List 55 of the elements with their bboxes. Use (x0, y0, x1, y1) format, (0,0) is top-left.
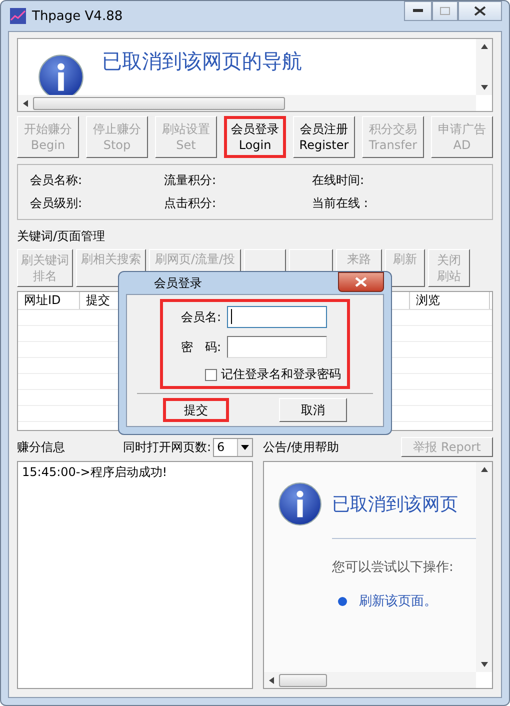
pages-count-label: 同时打开网页数: (122, 438, 211, 456)
input-field[interactable] (227, 336, 327, 358)
horizontal-scrollbar[interactable] (264, 672, 476, 688)
scroll-down-icon[interactable] (480, 84, 488, 91)
hint-text: 您可以尝试以下操作: (332, 559, 454, 576)
section-title: 关键词/页面管理 (17, 229, 106, 243)
toolbar-button[interactable]: 刷新 (385, 249, 425, 287)
horizontal-scrollbar[interactable] (18, 95, 476, 111)
report-button[interactable]: 举报 Report (401, 437, 493, 457)
info-icon (38, 54, 84, 95)
close-button[interactable] (338, 272, 384, 292)
member-info-label: 会员级别: (30, 195, 84, 212)
refresh-link[interactable]: 刷新该页面。 (359, 592, 437, 610)
member-info-label: 流量积分: (164, 172, 218, 189)
caret-icon (241, 444, 249, 450)
dialog-button[interactable]: 提交 (163, 398, 229, 422)
section-title: 公告/使用帮助 (263, 438, 340, 456)
scroll-left-icon[interactable] (268, 676, 275, 684)
toolbar-button[interactable]: 刷关键词 排名 (17, 249, 73, 287)
minimize-button[interactable] (404, 1, 432, 21)
close-icon (474, 6, 486, 16)
bullet-icon (338, 596, 347, 606)
column-header[interactable]: 浏览 (410, 292, 490, 309)
scroll-up-icon[interactable] (480, 466, 488, 473)
pages-count-dropdown[interactable]: 6 (213, 438, 253, 456)
vertical-scrollbar[interactable] (476, 462, 492, 672)
info-icon (278, 482, 322, 526)
navigation-cancelled-message: 已取消到该网页 (332, 494, 458, 515)
navigation-cancelled-message: 已取消到该网页的导航 (102, 49, 302, 73)
toolbar-button[interactable]: 关闭 刷站 (428, 249, 470, 287)
scroll-down-icon[interactable] (480, 661, 488, 668)
section-title: 赚分信息 (17, 438, 65, 456)
log-line: 15:45:00->程序启动成功! (22, 465, 168, 479)
scroll-up-icon[interactable] (480, 43, 488, 50)
member-info-label: 在线时间: (312, 172, 366, 189)
toolbar-button[interactable]: 会员注册 Register (293, 116, 355, 158)
field-label: 密 码: (180, 338, 221, 356)
member-info-label: 会员名称: (30, 172, 84, 189)
vertical-scrollbar[interactable] (476, 39, 492, 95)
member-info-label: 当前在线 : (312, 195, 369, 212)
input-field[interactable] (227, 306, 327, 328)
dialog-button[interactable]: 取消 (279, 398, 347, 422)
minimize-icon (413, 9, 423, 13)
chart-icon (10, 8, 26, 24)
scroll-left-icon[interactable] (22, 100, 29, 106)
close-button[interactable] (458, 1, 502, 21)
window-title: Thpage V4.88 (32, 8, 124, 24)
close-icon (355, 277, 367, 287)
field-label: 会员名: (180, 308, 221, 326)
toolbar-button[interactable]: 会员登录 Login (224, 116, 286, 158)
column-header[interactable]: 网址ID (18, 292, 80, 309)
member-info-label: 点击积分: (164, 195, 218, 212)
checkbox[interactable] (205, 368, 217, 380)
checkbox-label: 记住登录名和登录密码 (221, 366, 341, 383)
maximize-icon (440, 7, 450, 15)
